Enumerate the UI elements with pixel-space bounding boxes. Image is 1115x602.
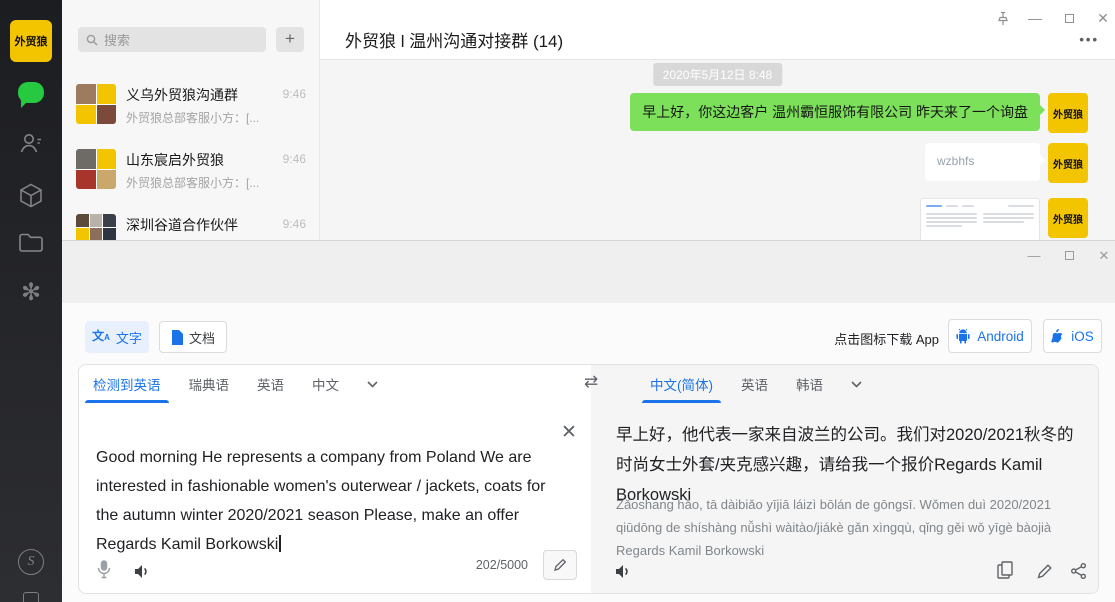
document-mode-button[interactable]: 文档 [159, 321, 227, 353]
search-placeholder: 搜索 [104, 30, 130, 49]
text-mode-button[interactable]: 文A 文字 [85, 321, 149, 353]
chat-window-title: 外贸狼 l 温州沟通对接群 (14) [345, 27, 563, 52]
document-icon [171, 330, 183, 345]
close-button[interactable]: ✕ [1094, 246, 1114, 266]
source-text-input[interactable]: Good morning He represents a company fro… [96, 443, 548, 559]
search-icon [86, 34, 98, 46]
folder-icon[interactable] [18, 231, 44, 253]
translator-window: — ✕ 文A 文字 文档 点击图标下载 App [62, 240, 1115, 602]
clear-source-icon[interactable]: ✕ [561, 421, 577, 444]
chat-last-message: 外贸狼总部客服小方：[... [126, 109, 301, 126]
message-bubble[interactable]: 早上好，你这边客户 温州霸恒服饰有限公司 昨天来了一个询盘 [630, 93, 1040, 131]
avatar[interactable]: 外贸狼 [1048, 143, 1088, 183]
translator-titlebar: — ✕ [62, 241, 1115, 303]
tab-chinese[interactable]: 中文 [298, 365, 353, 403]
package-icon[interactable] [18, 182, 44, 209]
message-image-thumbnail[interactable] [920, 198, 1040, 246]
maximize-button[interactable] [1059, 246, 1079, 266]
apple-icon [1051, 329, 1064, 344]
copy-icon[interactable] [997, 561, 1013, 579]
minimize-button[interactable]: — [1024, 246, 1044, 266]
minimize-button[interactable]: — [1024, 8, 1046, 30]
swap-languages-icon[interactable]: ⇄ [578, 372, 604, 392]
tab-korean[interactable]: 韩语 [782, 365, 837, 403]
window-icon[interactable] [23, 592, 39, 602]
pinyin-text: Zǎoshang hǎo, tā dàibiǎo yījiā láizì bōl… [616, 493, 1086, 562]
app-sidebar: 外贸狼 ✻ S [0, 0, 62, 602]
date-chip: 2020年5月12日 8:48 [653, 63, 782, 86]
android-icon [956, 328, 970, 344]
chat-time: 9:46 [283, 217, 306, 231]
translate-card: 检测到英语 瑞典语 英语 中文 ⇄ 中文(简体) 英语 韩语 ✕ Good [78, 364, 1099, 594]
handwriting-button[interactable] [543, 550, 577, 580]
search-input[interactable]: 搜索 [78, 27, 266, 52]
tab-detected-language[interactable]: 检测到英语 [79, 365, 175, 403]
char-counter: 202/5000 [476, 558, 528, 572]
tab-swedish[interactable]: 瑞典语 [175, 365, 244, 403]
chat-header: 外贸狼 l 温州沟通对接群 (14) — ✕ ••• [320, 0, 1115, 60]
listen-source-icon[interactable] [135, 564, 152, 579]
avatar[interactable]: 外贸狼 [1048, 93, 1088, 133]
chat-icon[interactable] [18, 82, 44, 103]
chevron-down-icon[interactable] [837, 365, 876, 403]
chat-title: 义乌外贸狼沟通群 [126, 85, 238, 105]
tab-english[interactable]: 英语 [243, 365, 298, 403]
microphone-icon[interactable] [97, 560, 111, 579]
chat-time: 9:46 [283, 152, 306, 166]
tab-english[interactable]: 英语 [727, 365, 782, 403]
group-avatar [76, 84, 116, 124]
add-chat-button[interactable]: + [276, 27, 304, 52]
settings-flower-icon[interactable]: ✻ [21, 280, 41, 306]
screen: 外贸狼 ✻ S 搜索 + [0, 0, 1115, 602]
translate-icon: 文A [92, 331, 110, 343]
close-button[interactable]: ✕ [1092, 8, 1114, 30]
chat-list-item[interactable]: 义乌外贸狼沟通群 9:46 外贸狼总部客服小方：[... [62, 74, 320, 139]
chat-title: 深圳谷道合作伙伴 [126, 215, 238, 235]
chat-time: 9:46 [283, 87, 306, 101]
share-icon[interactable] [1071, 563, 1086, 579]
chevron-down-icon[interactable] [353, 365, 392, 403]
app-logo[interactable]: 外贸狼 [10, 20, 52, 62]
app-logo-label: 外贸狼 [15, 33, 48, 49]
contacts-icon[interactable] [18, 130, 44, 156]
source-language-tabs: 检测到英语 瑞典语 英语 中文 [79, 365, 392, 403]
text-cursor [279, 535, 281, 552]
group-avatar [76, 149, 116, 189]
chat-title: 山东宸启外贸狼 [126, 150, 224, 170]
ios-download-button[interactable]: iOS [1043, 319, 1102, 353]
tab-chinese-simplified[interactable]: 中文(简体) [636, 365, 727, 403]
listen-translation-icon[interactable] [616, 564, 633, 579]
chat-last-message: 外贸狼总部客服小方：[... [126, 174, 301, 191]
edit-translation-icon[interactable] [1037, 564, 1052, 579]
avatar[interactable]: 外贸狼 [1048, 198, 1088, 238]
android-download-button[interactable]: Android [948, 319, 1032, 353]
message-bubble[interactable]: wzbhfs [925, 143, 1040, 181]
chat-list-item[interactable]: 山东宸启外贸狼 9:46 外贸狼总部客服小方：[... [62, 139, 320, 204]
pin-icon[interactable] [992, 8, 1014, 30]
more-menu-button[interactable]: ••• [1079, 32, 1099, 47]
maximize-button[interactable] [1058, 8, 1080, 30]
download-hint: 点击图标下载 App [834, 329, 939, 348]
target-language-tabs: 中文(简体) 英语 韩语 [636, 365, 876, 403]
link-icon[interactable]: S [18, 549, 44, 575]
